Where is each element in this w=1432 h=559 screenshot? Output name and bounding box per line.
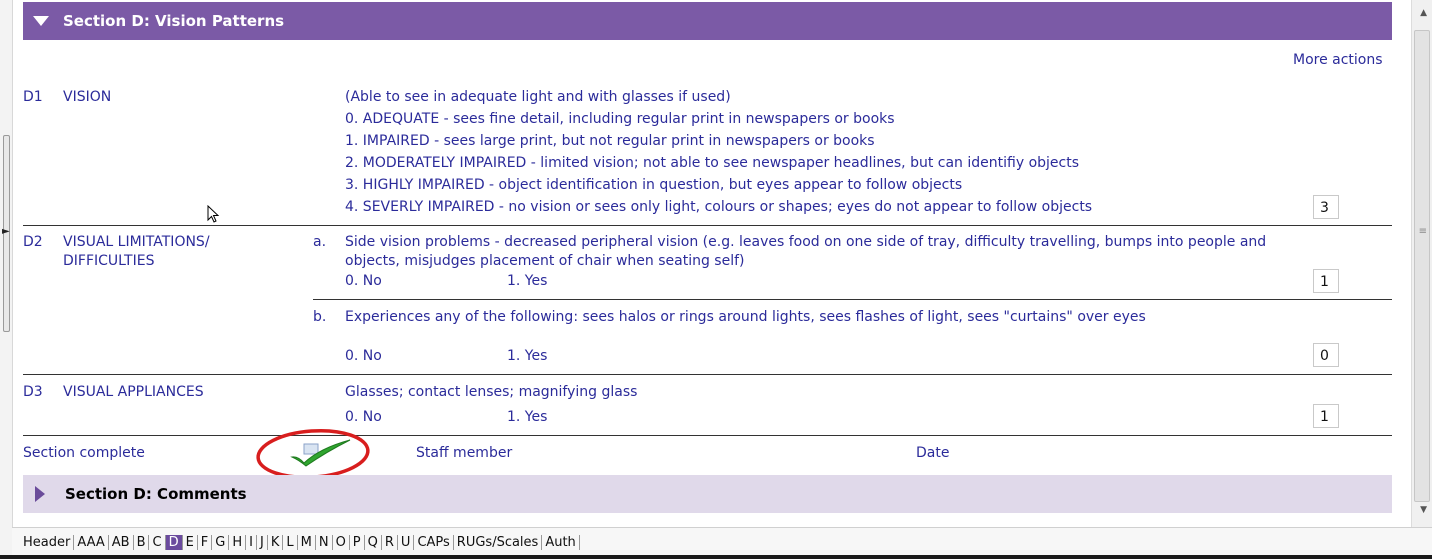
green-check-icon (290, 439, 351, 467)
d2b-letter: b. (313, 309, 327, 325)
d1-option-3: 3. HIGHLY IMPAIRED - object identificati… (345, 177, 963, 193)
d2a-text-line1: Side vision problems - decreased periphe… (345, 234, 1267, 250)
d2b-value-input[interactable]: 0 (1313, 343, 1339, 367)
section-complete-label: Section complete (23, 445, 145, 461)
d1-intro: (Able to see in adequate light and with … (345, 89, 731, 105)
d1-option-0: 0. ADEQUATE - sees fine detail, includin… (345, 111, 895, 127)
tab-f[interactable]: F (198, 534, 213, 550)
tab-h[interactable]: H (229, 534, 247, 550)
tab-g[interactable]: G (212, 534, 230, 550)
tab-u[interactable]: U (398, 534, 415, 550)
d2a-text-line2: objects, misjudges placement of chair wh… (345, 253, 745, 269)
d1-option-1: 1. IMPAIRED - sees large print, but not … (345, 133, 875, 149)
scrollbar-grip-icon: ≡ (1418, 226, 1427, 237)
tab-q[interactable]: Q (365, 534, 382, 550)
scrollbar-thumb[interactable] (1414, 30, 1430, 502)
tab-n[interactable]: N (316, 534, 333, 550)
collapse-triangle-icon[interactable] (33, 16, 49, 26)
divider-d3 (23, 435, 1392, 436)
section-tab-bar: Header AAA AB B C D E F G H I J K L M N O P Q R U CAPs RUGs/Sc… (12, 527, 1432, 556)
tab-e[interactable]: E (183, 534, 198, 550)
d2a-yes-option: 1. Yes (507, 273, 548, 289)
tab-d[interactable]: D (165, 534, 183, 550)
expand-triangle-icon[interactable] (35, 486, 45, 502)
scroll-up-icon[interactable]: ▲ (1420, 8, 1427, 18)
d1-label: VISION (63, 89, 112, 105)
d1-code: D1 (23, 89, 43, 105)
tab-j[interactable]: J (257, 534, 268, 550)
tab-o[interactable]: O (333, 534, 350, 550)
tab-ab[interactable]: AB (109, 534, 134, 550)
section-header[interactable]: Section D: Vision Patterns (23, 2, 1392, 40)
divider-d1 (23, 225, 1392, 226)
d2a-value-input[interactable]: 1 (1313, 269, 1339, 293)
d2b-text: Experiences any of the following: sees h… (345, 309, 1146, 325)
d2a-no-option: 0. No (345, 273, 382, 289)
tab-l[interactable]: L (283, 534, 298, 550)
d3-value-input[interactable]: 1 (1313, 404, 1339, 428)
window-bottom-edge (0, 555, 1432, 559)
d3-text: Glasses; contact lenses; magnifying glas… (345, 384, 638, 400)
tab-header[interactable]: Header (20, 534, 75, 550)
d1-value-input[interactable]: 3 (1313, 195, 1339, 219)
d1-option-4: 4. SEVERLY IMPAIRED - no vision or sees … (345, 199, 1093, 215)
d1-option-2: 2. MODERATELY IMPAIRED - limited vision;… (345, 155, 1080, 171)
d2-label-line1: VISUAL LIMITATIONS/ (63, 234, 210, 250)
comments-title: Section D: Comments (65, 485, 247, 503)
d2a-letter: a. (313, 234, 327, 250)
expand-panel-icon[interactable]: ► (2, 226, 10, 237)
d2b-yes-option: 1. Yes (507, 348, 548, 364)
tab-m[interactable]: M (298, 534, 316, 550)
divider-d2 (23, 374, 1392, 375)
tab-k[interactable]: K (268, 534, 284, 550)
tab-r[interactable]: R (382, 534, 398, 550)
staff-member-label: Staff member (416, 445, 513, 461)
tab-auth[interactable]: Auth (542, 534, 580, 550)
tab-aaa[interactable]: AAA (74, 534, 109, 550)
divider-d2a (313, 299, 1392, 300)
d2b-no-option: 0. No (345, 348, 382, 364)
tab-b[interactable]: B (134, 534, 150, 550)
tab-caps[interactable]: CAPs (414, 534, 454, 550)
date-label: Date (916, 445, 950, 461)
tab-rugs-scales[interactable]: RUGs/Scales (454, 534, 543, 550)
scroll-down-icon[interactable]: ▼ (1420, 505, 1427, 515)
comments-section-header[interactable]: Section D: Comments (23, 475, 1392, 513)
more-actions-link[interactable]: More actions (1293, 52, 1383, 68)
d3-yes-option: 1. Yes (507, 409, 548, 425)
d3-label: VISUAL APPLIANCES (63, 384, 204, 400)
d3-no-option: 0. No (345, 409, 382, 425)
section-complete-checkbox[interactable] (254, 426, 372, 482)
tab-i[interactable]: I (246, 534, 257, 550)
d3-code: D3 (23, 384, 43, 400)
section-title: Section D: Vision Patterns (63, 12, 285, 30)
mouse-pointer-icon (207, 205, 220, 223)
d2-code: D2 (23, 234, 43, 250)
d2-label-line2: DIFFICULTIES (63, 253, 155, 269)
tab-p[interactable]: P (350, 534, 365, 550)
tab-c[interactable]: C (149, 534, 166, 550)
